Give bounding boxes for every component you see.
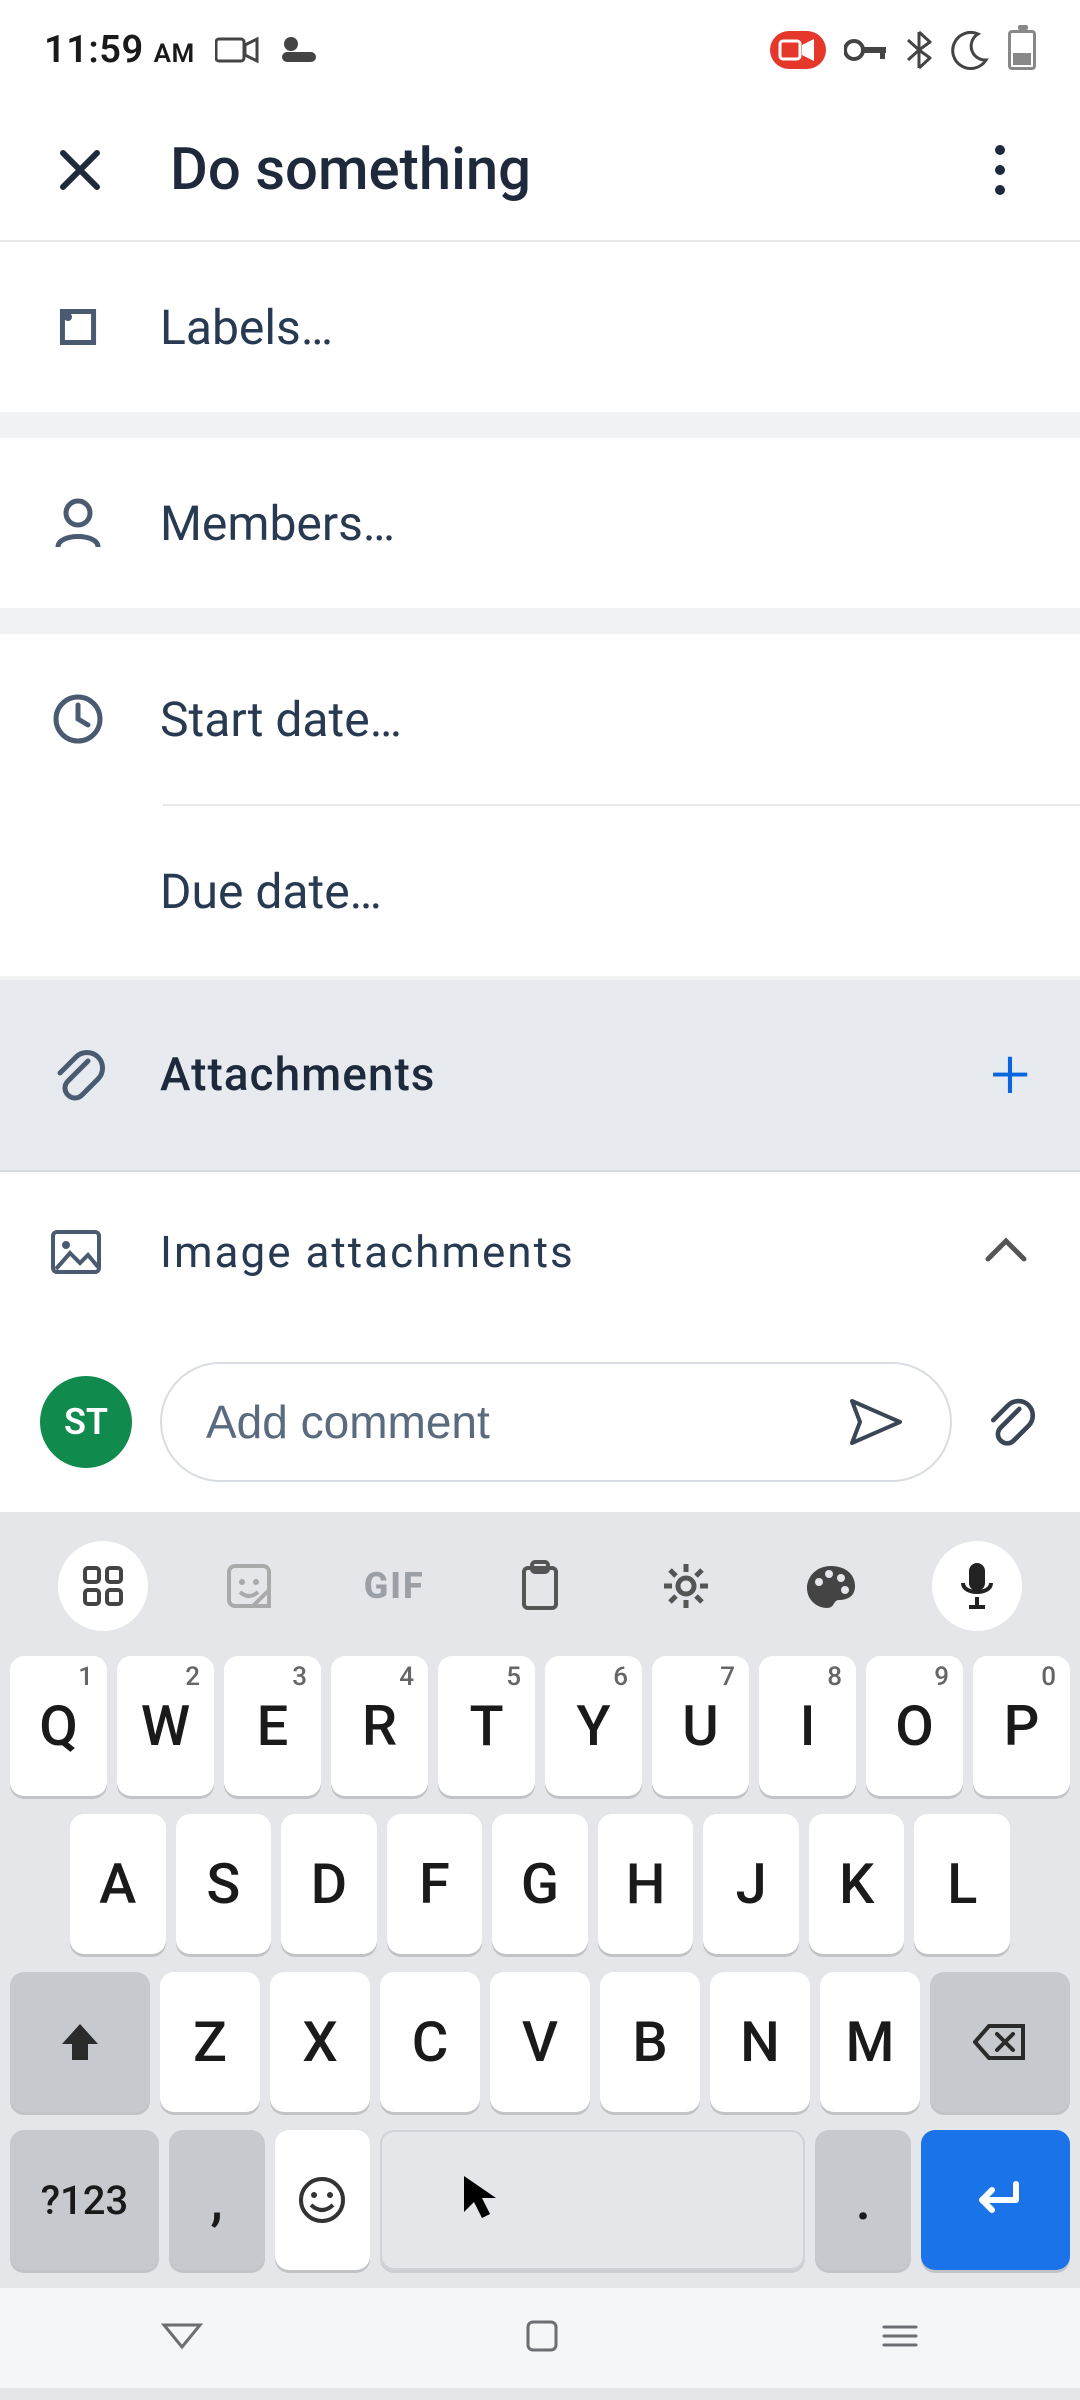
kb-mic-icon[interactable] [932, 1541, 1022, 1631]
key-emoji[interactable] [275, 2130, 371, 2270]
kb-gif-button[interactable]: GIF [349, 1541, 439, 1631]
key-g[interactable]: G [492, 1814, 588, 1954]
person-icon [50, 495, 160, 551]
keyboard-row-2: ASDFGHJKL [10, 1814, 1070, 1954]
user-avatar[interactable]: ST [40, 1376, 132, 1468]
key-v[interactable]: V [490, 1972, 590, 2112]
key-f[interactable]: F [387, 1814, 483, 1954]
key-backspace[interactable] [930, 1972, 1070, 2112]
key-n[interactable]: N [710, 1972, 810, 2112]
due-date-label: Due date… [160, 863, 1030, 920]
image-icon [50, 1229, 160, 1275]
image-attachments-label: Image attachments [160, 1226, 982, 1278]
app-header: Do something [0, 100, 1080, 240]
kb-app-grid-icon[interactable] [58, 1541, 148, 1631]
start-date-row[interactable]: Start date… [0, 634, 1080, 804]
key-u[interactable]: U7 [652, 1656, 749, 1796]
key-m[interactable]: M [820, 1972, 920, 2112]
keyboard-row-3: ZXCVBNM [10, 1972, 1070, 2112]
comment-bar: ST [0, 1332, 1080, 1512]
moon-icon [950, 30, 990, 70]
system-nav-bar [0, 2288, 1080, 2388]
more-button[interactable] [970, 140, 1030, 200]
collapse-icon[interactable] [982, 1235, 1030, 1269]
key-j[interactable]: J [703, 1814, 799, 1954]
key-t[interactable]: T5 [438, 1656, 535, 1796]
close-button[interactable] [50, 140, 110, 200]
kb-clipboard-icon[interactable] [495, 1541, 585, 1631]
attach-button[interactable] [980, 1392, 1040, 1452]
key-c[interactable]: C [380, 1972, 480, 2112]
key-x[interactable]: X [270, 1972, 370, 2112]
status-bar: 11:59 AM [0, 0, 1080, 100]
key-p[interactable]: P0 [973, 1656, 1070, 1796]
start-date-label: Start date… [160, 691, 1030, 748]
key-l[interactable]: L [914, 1814, 1010, 1954]
key-y[interactable]: Y6 [545, 1656, 642, 1796]
record-badge-icon [770, 31, 826, 69]
due-date-row[interactable]: Due date… [0, 806, 1080, 976]
paperclip-icon [50, 1047, 160, 1103]
kb-sticker-icon[interactable] [204, 1541, 294, 1631]
members-row[interactable]: Members… [0, 438, 1080, 608]
status-clock: 11:59 AM [44, 28, 195, 72]
labels-label: Labels… [160, 299, 1030, 356]
labels-row[interactable]: Labels… [0, 242, 1080, 412]
status-ampm: AM [154, 39, 195, 69]
soft-keyboard: GIF Q1W2E3R4T5Y6U7I8O9P0 ASDFGHJKL ZXCVB… [0, 1512, 1080, 2400]
key-h[interactable]: H [598, 1814, 694, 1954]
bluetooth-icon [906, 30, 932, 70]
key-shift[interactable] [10, 1972, 150, 2112]
image-attachments-row[interactable]: Image attachments [0, 1172, 1080, 1332]
members-label: Members… [160, 495, 1030, 552]
clock-icon [50, 691, 160, 747]
key-k[interactable]: K [809, 1814, 905, 1954]
nav-home-button[interactable] [525, 2319, 559, 2357]
send-button[interactable] [846, 1392, 906, 1452]
attachments-label: Attachments [160, 1048, 990, 1102]
mouse-cursor-icon [460, 2170, 500, 2236]
key-b[interactable]: B [600, 1972, 700, 2112]
keyboard-row-1: Q1W2E3R4T5Y6U7I8O9P0 [10, 1656, 1070, 1796]
label-icon [50, 299, 160, 355]
battery-icon [1008, 30, 1036, 70]
kb-palette-icon[interactable] [786, 1541, 876, 1631]
key-symbols[interactable]: ?123 [10, 2130, 159, 2270]
key-enter[interactable] [921, 2130, 1070, 2270]
key-i[interactable]: I8 [759, 1656, 856, 1796]
key-d[interactable]: D [281, 1814, 377, 1954]
key-a[interactable]: A [70, 1814, 166, 1954]
nav-recents-button[interactable] [880, 2321, 920, 2355]
camera-icon [215, 35, 259, 65]
comment-input[interactable] [206, 1395, 826, 1449]
keyboard-toolbar: GIF [0, 1526, 1080, 1646]
add-attachment-button[interactable]: + [990, 1034, 1030, 1116]
comment-field-container[interactable] [160, 1362, 952, 1482]
key-s[interactable]: S [176, 1814, 272, 1954]
key-space[interactable] [380, 2130, 805, 2270]
nav-back-button[interactable] [160, 2321, 204, 2355]
key-q[interactable]: Q1 [10, 1656, 107, 1796]
key-r[interactable]: R4 [331, 1656, 428, 1796]
kb-settings-icon[interactable] [641, 1541, 731, 1631]
key-period[interactable]: . [815, 2130, 911, 2270]
connection-icon [279, 34, 319, 66]
page-title: Do something [170, 136, 910, 204]
key-comma[interactable]: , [169, 2130, 265, 2270]
key-o[interactable]: O9 [866, 1656, 963, 1796]
keyboard-row-4: ?123 , . [0, 2112, 1080, 2288]
key-z[interactable]: Z [160, 1972, 260, 2112]
status-time: 11:59 [44, 28, 144, 72]
key-e[interactable]: E3 [224, 1656, 321, 1796]
key-icon [844, 37, 888, 63]
key-w[interactable]: W2 [117, 1656, 214, 1796]
attachments-row[interactable]: Attachments + [0, 980, 1080, 1170]
